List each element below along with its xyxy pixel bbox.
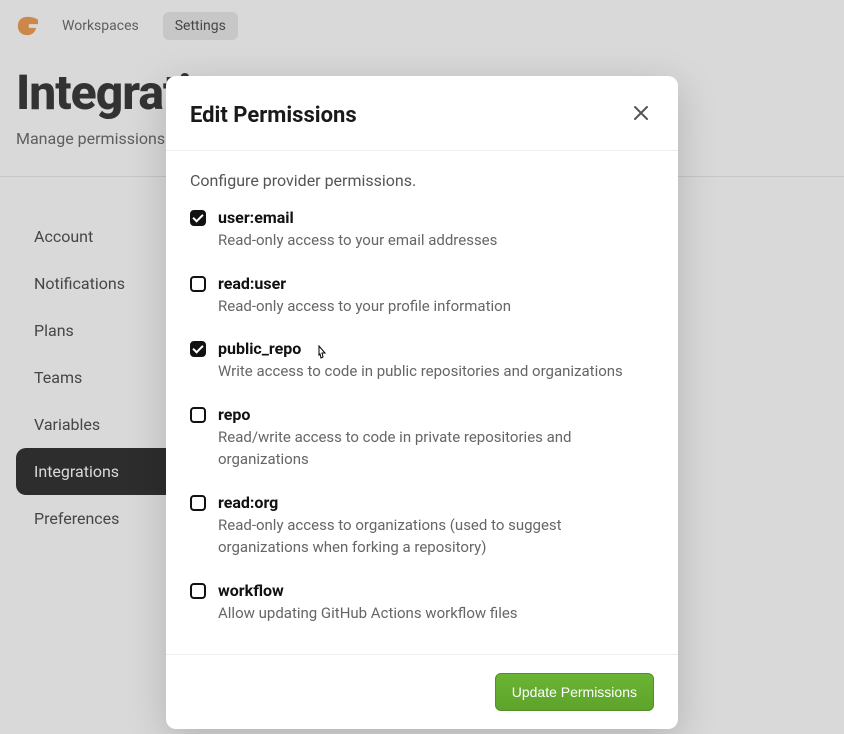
permission-row-read-user: read:user Read-only access to your profi… bbox=[190, 274, 654, 318]
permission-text: workflow Allow updating GitHub Actions w… bbox=[218, 581, 654, 625]
permission-row-workflow: workflow Allow updating GitHub Actions w… bbox=[190, 581, 654, 625]
modal-body: Configure provider permissions. user:ema… bbox=[166, 151, 678, 654]
modal-overlay[interactable]: Edit Permissions Configure provider perm… bbox=[0, 0, 844, 734]
permission-desc: Read-only access to organizations (used … bbox=[218, 514, 654, 559]
close-button[interactable] bbox=[628, 100, 654, 130]
permission-text: read:org Read-only access to organizatio… bbox=[218, 493, 654, 559]
permission-row-user-email: user:email Read-only access to your emai… bbox=[190, 208, 654, 252]
permission-label: public_repo bbox=[218, 339, 654, 358]
permission-row-repo: repo Read/write access to code in privat… bbox=[190, 405, 654, 471]
checkbox-repo[interactable] bbox=[190, 407, 206, 423]
permission-label: read:user bbox=[218, 274, 654, 293]
modal-description: Configure provider permissions. bbox=[190, 171, 654, 190]
permission-desc: Read-only access to your email addresses bbox=[218, 229, 654, 252]
checkbox-public-repo[interactable] bbox=[190, 341, 206, 357]
permission-desc: Read/write access to code in private rep… bbox=[218, 426, 654, 471]
checkbox-read-org[interactable] bbox=[190, 495, 206, 511]
modal-title: Edit Permissions bbox=[190, 103, 357, 128]
permission-row-read-org: read:org Read-only access to organizatio… bbox=[190, 493, 654, 559]
update-permissions-button[interactable]: Update Permissions bbox=[495, 673, 654, 711]
permission-text: read:user Read-only access to your profi… bbox=[218, 274, 654, 318]
permission-label: repo bbox=[218, 405, 654, 424]
edit-permissions-modal: Edit Permissions Configure provider perm… bbox=[166, 76, 678, 729]
modal-footer: Update Permissions bbox=[166, 654, 678, 729]
permission-text: public_repo Write access to code in publ… bbox=[218, 339, 654, 383]
modal-header: Edit Permissions bbox=[166, 76, 678, 151]
permission-text: repo Read/write access to code in privat… bbox=[218, 405, 654, 471]
permission-row-public-repo: public_repo Write access to code in publ… bbox=[190, 339, 654, 383]
permission-label: read:org bbox=[218, 493, 654, 512]
close-icon bbox=[632, 104, 650, 122]
permission-text: user:email Read-only access to your emai… bbox=[218, 208, 654, 252]
checkbox-read-user[interactable] bbox=[190, 276, 206, 292]
checkbox-workflow[interactable] bbox=[190, 583, 206, 599]
permission-label: user:email bbox=[218, 208, 654, 227]
permission-desc: Allow updating GitHub Actions workflow f… bbox=[218, 602, 654, 625]
permission-desc: Read-only access to your profile informa… bbox=[218, 295, 654, 318]
permission-label: workflow bbox=[218, 581, 654, 600]
permission-desc: Write access to code in public repositor… bbox=[218, 360, 654, 383]
checkbox-user-email[interactable] bbox=[190, 210, 206, 226]
